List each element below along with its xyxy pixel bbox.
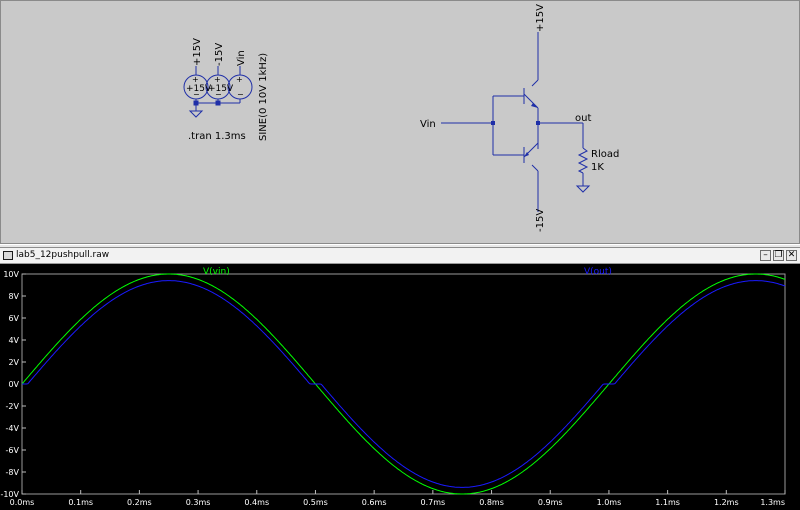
x-tick-label: 1.2ms: [714, 498, 739, 507]
x-tick-label: 0.4ms: [244, 498, 269, 507]
y-tick-label: 6V: [8, 314, 19, 323]
y-tick-label: 2V: [8, 358, 19, 367]
legend-out[interactable]: V(out): [584, 267, 612, 277]
waveform-window[interactable]: lab5_12pushpull.raw – ❐ ✕ 10V 8V 6V 4V 2V 0V -…: [0, 248, 800, 510]
schematic-editor[interactable]: + − + − + − +15V -15V Vin +15V +15V .tran 1…: [0, 0, 800, 244]
x-tick-label: 1.3ms: [760, 498, 785, 507]
x-tick-label: 1.1ms: [655, 498, 680, 507]
y-tick-label: 4V: [8, 336, 19, 345]
x-tick-label: 0.8ms: [479, 498, 504, 507]
x-tick-label: 0.5ms: [303, 498, 328, 507]
waveform-titlebar[interactable]: lab5_12pushpull.raw – ❐ ✕: [0, 248, 800, 264]
waveform-plot[interactable]: 10V8V6V4V2V0V-2V-4V-6V-8V-10V 0.0ms 0.1ms…: [0, 264, 800, 510]
waveform-window-icon: [3, 251, 13, 260]
y-tick-label: 8V: [8, 292, 19, 301]
schematic-border: [0, 0, 800, 244]
x-tick-label: 0.1ms: [68, 498, 93, 507]
restore-icon[interactable]: ❐: [773, 250, 784, 261]
x-tick-label: 0.2ms: [127, 498, 152, 507]
y-tick-label: -6V: [6, 446, 20, 455]
waveform-title: lab5_12pushpull.raw: [16, 250, 110, 260]
x-tick-label: 0.6ms: [362, 498, 387, 507]
plot-background: [0, 264, 800, 510]
y-tick-label: 10V: [3, 270, 19, 279]
x-tick-label: 0.9ms: [538, 498, 563, 507]
y-tick-label: -8V: [6, 468, 20, 477]
close-icon[interactable]: ✕: [786, 250, 797, 261]
x-tick-label: 0.7ms: [421, 498, 446, 507]
y-tick-label: -2V: [6, 402, 20, 411]
y-tick-label: 0V: [8, 380, 19, 389]
minimize-icon[interactable]: –: [760, 250, 771, 261]
x-tick-label: 1.0ms: [597, 498, 622, 507]
legend-vin[interactable]: V(vin): [203, 267, 230, 277]
x-tick-label: 0.3ms: [186, 498, 211, 507]
y-tick-label: -4V: [6, 424, 20, 433]
x-tick-label: 0.0ms: [10, 498, 35, 507]
